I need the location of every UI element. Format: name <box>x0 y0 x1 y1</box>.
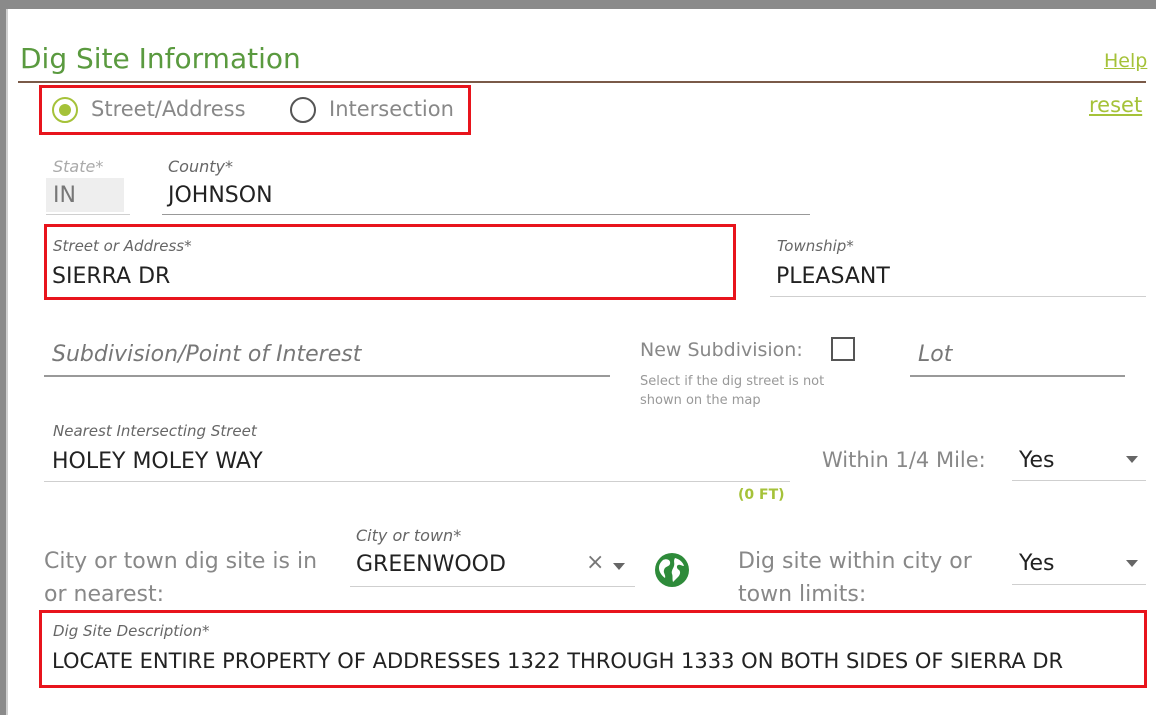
state-underline <box>46 214 130 215</box>
county-underline <box>162 214 810 215</box>
within-quarter-mile-label: Within 1/4 Mile: <box>822 448 986 472</box>
nearest-street-input[interactable]: HOLEY MOLEY WAY <box>52 449 263 474</box>
subdivision-underline <box>44 375 610 377</box>
chevron-down-icon[interactable] <box>1126 456 1138 463</box>
radio-street-address[interactable] <box>52 97 78 123</box>
help-link[interactable]: Help <box>1104 50 1147 72</box>
nearest-street-label: Nearest Intersecting Street <box>53 422 257 440</box>
county-label: County* <box>168 157 233 176</box>
county-input[interactable]: JOHNSON <box>168 183 273 208</box>
state-value: IN <box>53 183 76 208</box>
new-subdivision-help-2: shown on the map <box>640 393 761 408</box>
description-input[interactable]: LOCATE ENTIRE PROPERTY OF ADDRESSES 1322… <box>52 649 1063 673</box>
street-input[interactable]: SIERRA DR <box>52 264 170 289</box>
reset-link[interactable]: reset <box>1089 93 1142 117</box>
township-input[interactable]: PLEASANT <box>776 264 890 289</box>
section-title: Dig Site Information <box>20 42 301 75</box>
new-subdivision-checkbox[interactable] <box>831 337 855 361</box>
within-city-limits-line1: Dig site within city or <box>738 549 972 574</box>
within-city-limits-chevron-down-icon[interactable] <box>1126 560 1138 567</box>
window-frame-left-inner <box>6 9 8 715</box>
new-subdivision-label: New Subdivision: <box>640 339 803 361</box>
city-select[interactable]: GREENWOOD <box>356 552 506 577</box>
city-underline <box>350 586 635 587</box>
within-city-limits-select[interactable]: Yes <box>1019 551 1055 576</box>
new-subdivision-help-1: Select if the dig street is not <box>640 374 825 389</box>
city-prompt-line1: City or town dig site is in <box>44 549 318 574</box>
city-chevron-down-icon[interactable] <box>613 563 625 570</box>
within-city-limits-underline <box>1012 584 1146 585</box>
window-frame-top <box>0 0 1156 9</box>
lot-input[interactable]: Lot <box>918 342 952 367</box>
globe-icon[interactable] <box>654 552 690 588</box>
township-label: Township* <box>777 237 854 255</box>
within-quarter-mile-select[interactable]: Yes <box>1019 448 1055 473</box>
within-city-limits-line2: town limits: <box>738 582 867 607</box>
lot-underline <box>910 375 1125 377</box>
description-label: Dig Site Description* <box>53 622 210 640</box>
radio-street-address-label[interactable]: Street/Address <box>91 97 246 121</box>
radio-intersection[interactable] <box>290 97 316 123</box>
nearest-street-underline <box>44 481 790 482</box>
nearest-street-distance: (0 FT) <box>738 487 785 503</box>
city-prompt-line2: or nearest: <box>44 582 165 607</box>
city-label: City or town* <box>356 526 462 545</box>
street-label: Street or Address* <box>53 237 192 255</box>
state-label: State* <box>53 157 104 176</box>
title-divider <box>18 81 1146 83</box>
clear-icon[interactable]: × <box>586 550 604 575</box>
within-quarter-mile-underline <box>1012 480 1146 481</box>
township-underline <box>770 296 1146 297</box>
subdivision-input[interactable]: Subdivision/Point of Interest <box>52 342 361 367</box>
radio-intersection-label[interactable]: Intersection <box>329 97 454 121</box>
